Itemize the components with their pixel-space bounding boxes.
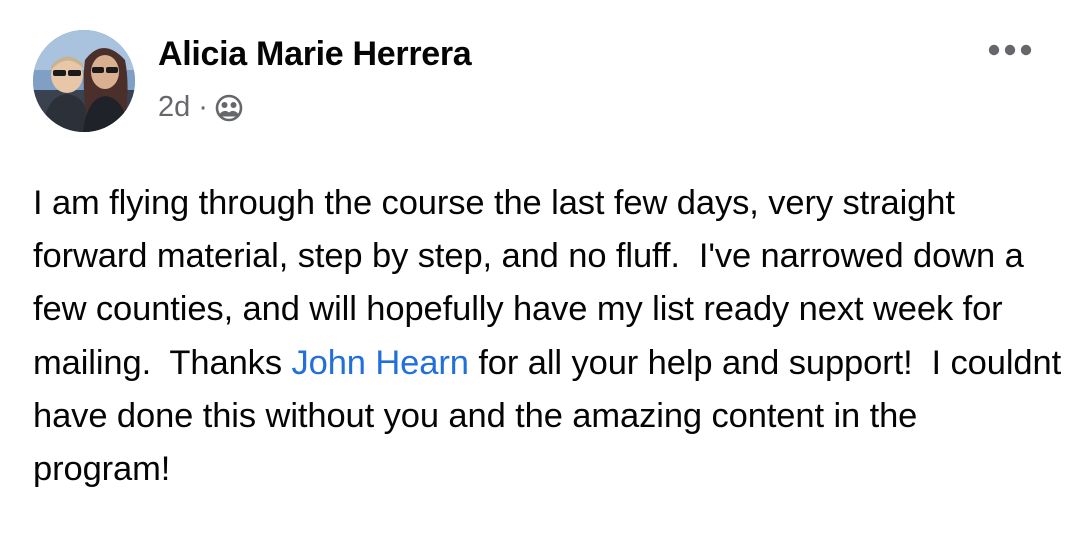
author-name[interactable]: Alicia Marie Herrera bbox=[158, 35, 472, 74]
post-timestamp[interactable]: 2d bbox=[158, 91, 190, 124]
mention-link[interactable]: John Hearn bbox=[291, 344, 468, 382]
post-body: I am flying through the course the last … bbox=[33, 177, 1063, 496]
avatar[interactable] bbox=[33, 30, 135, 132]
profile-photo bbox=[33, 30, 135, 132]
more-options-button[interactable] bbox=[980, 30, 1040, 70]
more-horizontal-icon bbox=[988, 44, 1032, 56]
post-meta: 2d · bbox=[158, 91, 244, 124]
post-card: Alicia Marie Herrera 2d · I am flying th… bbox=[0, 0, 1080, 557]
meta-separator: · bbox=[198, 91, 208, 123]
friends-icon[interactable] bbox=[214, 93, 244, 123]
